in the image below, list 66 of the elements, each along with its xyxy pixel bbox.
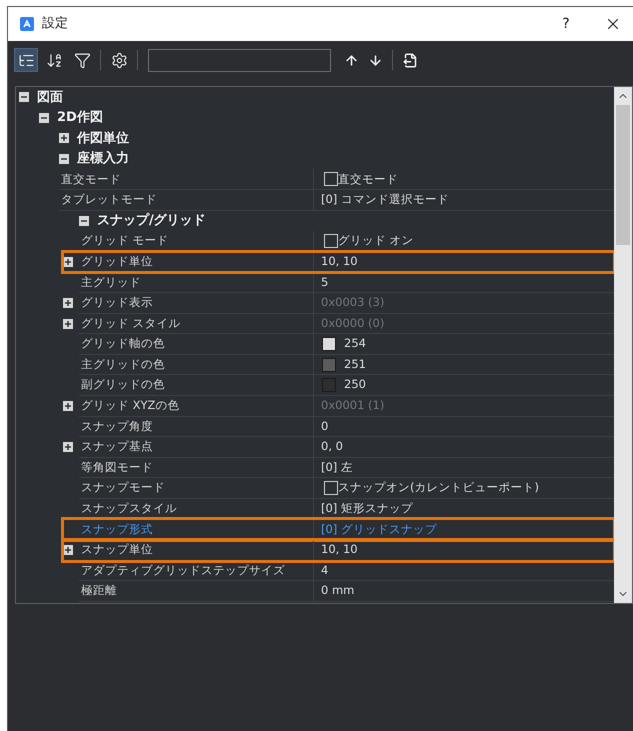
expand-icon[interactable]: [63, 298, 73, 308]
property-name[interactable]: タブレットモード: [61, 191, 157, 208]
property-value: [0] 左: [320, 458, 353, 476]
property-value: 0x0003 (3): [320, 294, 384, 312]
expand-icon[interactable]: [63, 401, 73, 412]
property-value: 251: [344, 356, 366, 373]
checkbox[interactable]: [324, 234, 338, 248]
property-name[interactable]: 極距離: [81, 582, 117, 600]
property-value: 0, 0: [320, 438, 343, 456]
scrollbar-thumb[interactable]: [616, 105, 630, 245]
property-name[interactable]: 副グリッドの色: [81, 376, 165, 394]
group-label[interactable]: 作図単位: [77, 128, 129, 148]
property-name[interactable]: グリッド スタイル: [81, 314, 181, 332]
property-value: 254: [344, 335, 366, 352]
property-name[interactable]: グリッド表示: [81, 294, 153, 312]
property-value: 250: [344, 376, 366, 394]
help-button[interactable]: ?: [551, 14, 581, 34]
property-name[interactable]: スナップ形式: [81, 520, 153, 538]
property-value: 10, 10: [320, 541, 358, 558]
property-value: 10, 10: [320, 252, 358, 270]
checkbox-label: スナップオン(カレントビューポート): [338, 479, 539, 496]
expand-icon[interactable]: [63, 318, 73, 329]
property-value: 0 mm: [320, 582, 354, 600]
property-value: [0] コマンド選択モード: [320, 191, 449, 208]
expand-icon[interactable]: [59, 133, 69, 144]
collapse-icon[interactable]: [19, 92, 29, 102]
property-name[interactable]: スナップ単位: [81, 541, 153, 558]
group-label[interactable]: 座標入力: [77, 149, 129, 169]
checkbox-label: グリッド オン: [338, 232, 414, 250]
scrollbar[interactable]: [614, 87, 632, 603]
expand-icon[interactable]: [63, 257, 73, 268]
property-name[interactable]: 等角図モード: [81, 458, 153, 476]
checkbox[interactable]: [324, 481, 338, 496]
property-name[interactable]: グリッド単位: [81, 252, 153, 270]
expand-icon[interactable]: [63, 442, 73, 452]
property-name[interactable]: グリッド モード: [81, 232, 169, 250]
property-value: [0] 矩形スナップ: [320, 500, 413, 518]
collapse-icon[interactable]: [39, 112, 49, 123]
group-label[interactable]: スナップ/グリッド: [97, 211, 206, 231]
property-value: [0] グリッドスナップ: [320, 520, 437, 538]
search-field[interactable]: [148, 48, 331, 72]
group-label[interactable]: 2D作図: [57, 108, 103, 128]
window-title: 設定: [42, 15, 68, 34]
tree-view-icon[interactable]: [14, 48, 38, 72]
property-name[interactable]: アダプティブグリッドステップサイズ: [81, 562, 285, 580]
group-label[interactable]: 図面: [37, 88, 63, 108]
checkbox[interactable]: [324, 172, 338, 186]
collapse-icon[interactable]: [79, 216, 89, 226]
property-name[interactable]: スナップ角度: [81, 418, 153, 435]
property-name[interactable]: 主グリッド: [81, 274, 141, 291]
property-name[interactable]: グリッド軸の色: [81, 335, 165, 353]
property-value: 5: [320, 274, 328, 291]
property-value: 0x0000 (0): [320, 314, 384, 332]
property-name[interactable]: グリッド XYZの色: [81, 397, 180, 414]
property-name[interactable]: スナップモード: [81, 479, 165, 497]
property-value: 4: [320, 562, 328, 579]
property-name[interactable]: 主グリッドの色: [81, 356, 165, 374]
property-name[interactable]: 直交モード: [61, 170, 121, 188]
expand-icon[interactable]: [63, 545, 73, 556]
app-logo-icon: [20, 17, 34, 31]
property-name[interactable]: スナップ基点: [81, 438, 153, 456]
checkbox-label: 直交モード: [338, 170, 398, 188]
property-name[interactable]: スナップスタイル: [81, 500, 177, 518]
collapse-icon[interactable]: [59, 154, 69, 164]
property-value: 0: [320, 418, 328, 435]
property-value: 0x0001 (1): [320, 397, 384, 414]
